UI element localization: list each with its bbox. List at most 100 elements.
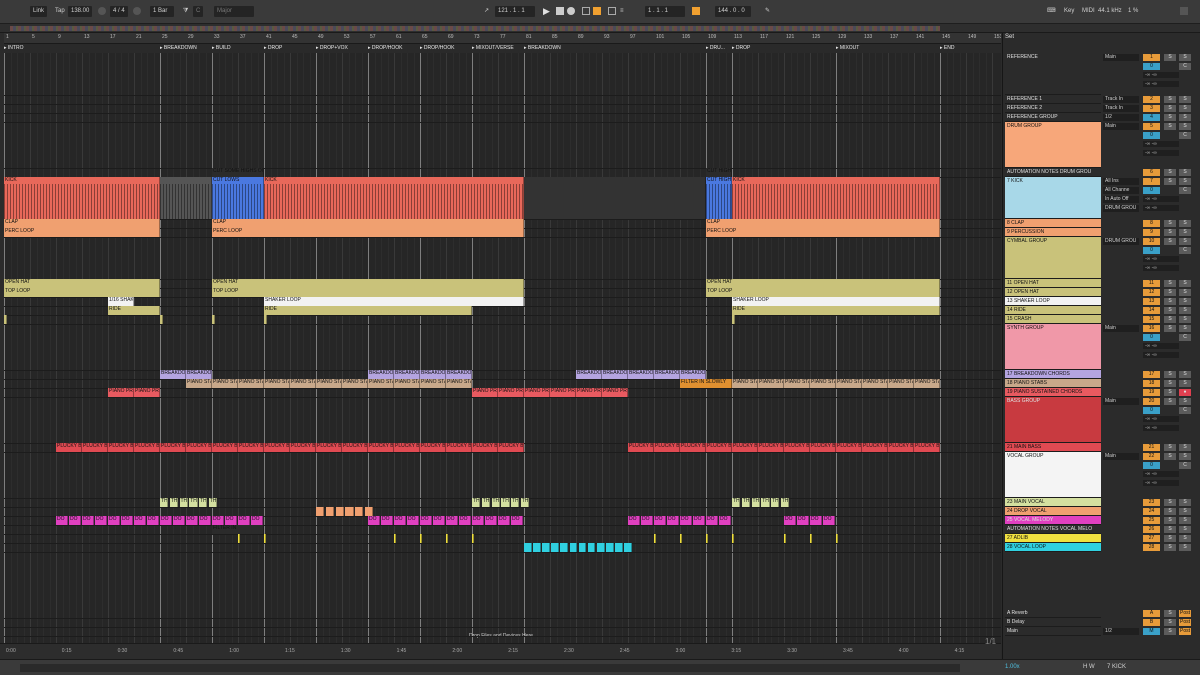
- clip[interactable]: RIDE: [108, 306, 160, 315]
- track-activator-button[interactable]: 21: [1143, 444, 1160, 451]
- solo-button[interactable]: S: [1164, 610, 1176, 617]
- clip[interactable]: BREAKDO: [602, 370, 628, 379]
- track-activator-button[interactable]: 24: [1143, 508, 1160, 515]
- clip[interactable]: [364, 507, 374, 516]
- arm-button[interactable]: S: [1179, 380, 1191, 387]
- clip[interactable]: [569, 543, 578, 552]
- track-activator-button[interactable]: 26: [1143, 526, 1160, 533]
- locator-marker[interactable]: ▸ BUILD: [212, 45, 231, 51]
- arm-button[interactable]: S: [1179, 544, 1191, 551]
- clip[interactable]: DO: [446, 516, 458, 525]
- stop-button[interactable]: [556, 7, 564, 15]
- arm-button[interactable]: S: [1179, 298, 1191, 305]
- solo-button[interactable]: S: [1164, 229, 1176, 236]
- track-activator-button[interactable]: 4: [1143, 114, 1160, 121]
- record-button[interactable]: [567, 7, 575, 15]
- clip[interactable]: TH: [208, 498, 218, 507]
- clip[interactable]: PIANO PR: [602, 388, 628, 397]
- clip[interactable]: [316, 507, 325, 516]
- track-header[interactable]: DRUM GROUP: [1005, 122, 1101, 168]
- track-header[interactable]: VOCAL GROUP: [1005, 452, 1101, 498]
- arm-button[interactable]: S: [1179, 178, 1191, 185]
- clip[interactable]: DO: [238, 516, 250, 525]
- clip[interactable]: KICK: [264, 177, 524, 219]
- io-routing-dropdown[interactable]: Main: [1103, 54, 1139, 61]
- clip[interactable]: PLUCKY BASS: [394, 443, 420, 452]
- computer-keyboard-icon[interactable]: ⌨: [1047, 6, 1056, 17]
- clip[interactable]: BREAKDO: [628, 370, 654, 379]
- track-activator-button[interactable]: 11: [1143, 280, 1160, 287]
- key-map-button[interactable]: Key: [1064, 6, 1074, 17]
- clip[interactable]: DO: [485, 516, 497, 525]
- pan-center-button[interactable]: C: [1179, 63, 1191, 70]
- clip[interactable]: PERC LOOP: [706, 228, 940, 237]
- solo-button[interactable]: S: [1164, 619, 1176, 626]
- clip[interactable]: DO: [173, 516, 185, 525]
- clip[interactable]: PIANO STABS: [212, 379, 238, 388]
- arm-button[interactable]: S: [1179, 517, 1191, 524]
- clip[interactable]: PLUCKY BASS: [342, 443, 368, 452]
- clip[interactable]: DO: [407, 516, 419, 525]
- clip[interactable]: PLUCKY BASS: [914, 443, 940, 452]
- solo-button[interactable]: S: [1164, 398, 1176, 405]
- clip[interactable]: DO: [82, 516, 94, 525]
- follow-icon[interactable]: ↗: [484, 6, 489, 17]
- locator-marker[interactable]: ▸ INTRO: [4, 45, 23, 51]
- arm-button[interactable]: S: [1179, 398, 1191, 405]
- solo-button[interactable]: S: [1164, 371, 1176, 378]
- clip[interactable]: PIANO STABS: [186, 379, 212, 388]
- clip[interactable]: [160, 177, 212, 219]
- solo-button[interactable]: S: [1164, 544, 1176, 551]
- track-header[interactable]: 11 OPEN HAT: [1005, 279, 1101, 288]
- clip[interactable]: BREAKDO: [446, 370, 472, 379]
- track-header[interactable]: 19 PIANO SUSTAINED CHORDS: [1005, 388, 1101, 397]
- set-label[interactable]: Set: [1005, 34, 1014, 40]
- clip[interactable]: [624, 543, 632, 552]
- locator-marker[interactable]: ▸ DROP: [264, 45, 282, 51]
- clip[interactable]: [732, 315, 735, 324]
- track-activator-button[interactable]: 13: [1143, 298, 1160, 305]
- track-activator-button[interactable]: 25: [1143, 517, 1160, 524]
- clip[interactable]: [542, 543, 550, 552]
- clip[interactable]: DO: [160, 516, 172, 525]
- clip[interactable]: PERC LOOP: [212, 228, 524, 237]
- tap-button[interactable]: Tap: [55, 6, 65, 17]
- solo-button[interactable]: S: [1164, 535, 1176, 542]
- io-routing-dropdown[interactable]: Main: [1103, 325, 1139, 332]
- clip[interactable]: PLUCKY BASS: [810, 443, 836, 452]
- solo-button[interactable]: S: [1164, 389, 1176, 396]
- track-activator-button[interactable]: 1: [1143, 54, 1160, 61]
- io-routing-dropdown[interactable]: Main: [1103, 398, 1139, 405]
- clip[interactable]: PIANO STABS: [784, 379, 810, 388]
- track-activator-button[interactable]: A: [1143, 610, 1160, 617]
- arm-button[interactable]: S: [1179, 96, 1191, 103]
- pan-center-button[interactable]: C: [1179, 247, 1191, 254]
- clip[interactable]: DO: [680, 516, 692, 525]
- clip[interactable]: [472, 534, 474, 543]
- clip[interactable]: [578, 543, 587, 552]
- io-routing-dropdown[interactable]: In Auto Off: [1103, 196, 1139, 203]
- clip[interactable]: BREAKDO: [576, 370, 602, 379]
- automation-arm-icon[interactable]: [593, 7, 601, 15]
- track-header[interactable]: REFERENCE 1: [1005, 95, 1101, 104]
- clip[interactable]: BREAKDO: [160, 370, 186, 379]
- clip[interactable]: PLUCKY BASS: [160, 443, 186, 452]
- clip[interactable]: BREAKDO: [368, 370, 394, 379]
- clip[interactable]: PLUCKY BASS: [472, 443, 498, 452]
- track-header[interactable]: CYMBAL GROUP: [1005, 237, 1101, 279]
- scale-dropdown[interactable]: Major: [214, 6, 254, 17]
- clip[interactable]: SHAKER LOOP: [264, 297, 524, 306]
- arm-button[interactable]: S: [1179, 325, 1191, 332]
- io-routing-dropdown[interactable]: DRUM GROU: [1103, 205, 1139, 212]
- track-activator-button[interactable]: 3: [1143, 105, 1160, 112]
- track-header[interactable]: Main: [1005, 627, 1101, 636]
- link-button[interactable]: Link: [30, 6, 48, 17]
- arm-button[interactable]: S: [1179, 220, 1191, 227]
- clip[interactable]: DO: [381, 516, 393, 525]
- clip[interactable]: PLUCKY BASS: [264, 443, 290, 452]
- clip[interactable]: KICK: [732, 177, 940, 219]
- solo-button[interactable]: S: [1164, 105, 1176, 112]
- clip[interactable]: DO: [212, 516, 224, 525]
- track-activator-button[interactable]: M: [1143, 628, 1160, 635]
- clip[interactable]: PLUCKY BASS: [446, 443, 472, 452]
